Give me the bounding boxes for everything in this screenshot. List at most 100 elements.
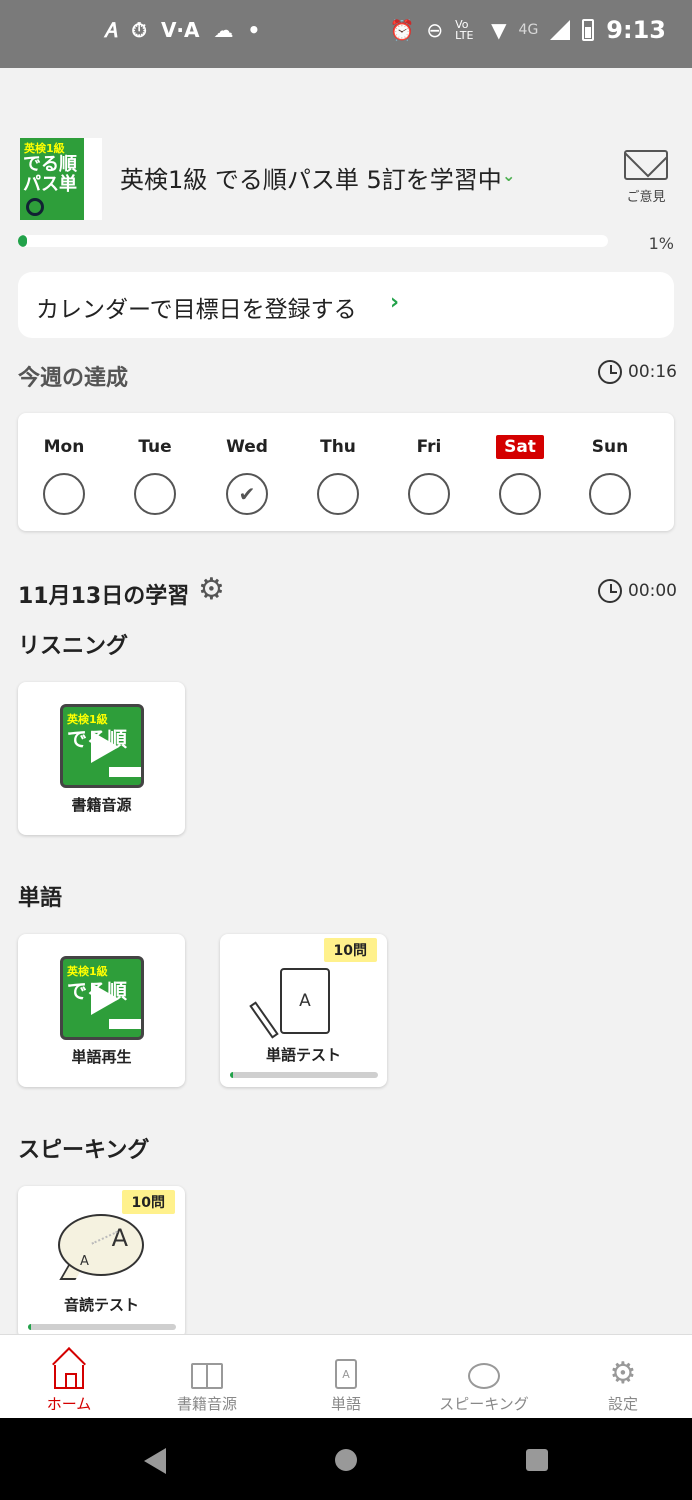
signal-icon bbox=[550, 20, 571, 40]
card-icon: A bbox=[335, 1359, 357, 1389]
play-icon bbox=[91, 983, 119, 1015]
reading-aloud-test-tile[interactable]: 10問 A A 音読テスト bbox=[18, 1186, 185, 1339]
speech-bubble-icon bbox=[468, 1363, 500, 1389]
tile-progress-bar bbox=[28, 1324, 176, 1330]
book-progress-fill bbox=[18, 235, 27, 247]
play-icon bbox=[91, 731, 119, 763]
gear-icon: ⚙ bbox=[609, 1356, 637, 1391]
card-icon-letter: A bbox=[342, 1367, 350, 1381]
back-icon[interactable] bbox=[144, 1448, 166, 1474]
nav-label: ホーム bbox=[46, 1395, 92, 1413]
day-thu: Thu bbox=[298, 413, 378, 531]
test-card-letter: A bbox=[299, 991, 311, 1011]
question-count-badge: 10問 bbox=[121, 1190, 175, 1214]
home-circle-icon[interactable] bbox=[335, 1449, 357, 1471]
speaking-section-title: スピーキング bbox=[18, 1138, 150, 1163]
clock-icon bbox=[598, 579, 622, 603]
calendar-target-label: カレンダーで目標日を登録する bbox=[36, 297, 357, 323]
tile-label: 単語再生 bbox=[71, 1048, 132, 1066]
calendar-target-button[interactable]: カレンダーで目標日を登録する › bbox=[18, 272, 674, 338]
tile-progress-bar bbox=[230, 1072, 378, 1078]
tile-label: 音読テスト bbox=[63, 1296, 139, 1314]
study-settings-gear-icon[interactable]: ⚙ bbox=[198, 572, 225, 607]
wifi-icon: ▼ bbox=[491, 18, 507, 42]
book-cover-grade: 英検1級 bbox=[67, 713, 108, 726]
tile-progress-fill bbox=[230, 1072, 233, 1078]
week-timer: 00:16 bbox=[598, 360, 677, 384]
day-fri: Fri bbox=[389, 413, 469, 531]
day-status-circle bbox=[589, 473, 631, 515]
day-mon: Mon bbox=[24, 413, 104, 531]
book-play-icon: 英検1級 でる順 bbox=[60, 704, 144, 788]
day-sun: Sun bbox=[570, 413, 650, 531]
alarm-icon: ⏰ bbox=[389, 18, 415, 42]
bottom-navigation: ホーム 書籍音源 A 単語 スピーキング ⚙ 設定 bbox=[0, 1334, 692, 1418]
nav-settings[interactable]: ⚙ 設定 bbox=[554, 1335, 692, 1419]
battery-icon bbox=[582, 19, 595, 41]
speech-bubble-icon: A A bbox=[58, 1214, 144, 1276]
book-play-icon: 英検1級 でる順 bbox=[60, 956, 144, 1040]
system-navigation-bar bbox=[0, 1418, 692, 1500]
status-bar: 𝐴 ⏱ V·A ☁ • ⏰ ⊖ Vo LTE ▼ 4G 9:13 bbox=[0, 0, 692, 68]
mail-icon bbox=[624, 150, 668, 180]
pencil-icon bbox=[249, 1001, 279, 1039]
nav-label: スピーキング bbox=[439, 1395, 529, 1413]
tile-progress-fill bbox=[28, 1324, 31, 1330]
home-icon bbox=[54, 1365, 84, 1389]
clock-icon bbox=[598, 360, 622, 384]
book-cover-ring bbox=[26, 198, 44, 216]
day-status-circle bbox=[43, 473, 85, 515]
today-time: 00:00 bbox=[628, 581, 677, 601]
timer-icon: ⏱ bbox=[131, 18, 147, 42]
book-cover-thumbnail[interactable]: 英検1級 でる順 パス単 bbox=[20, 138, 102, 220]
book-progress-bar bbox=[18, 235, 608, 247]
day-tue: Tue bbox=[115, 413, 195, 531]
feedback-label: ご意見 bbox=[626, 190, 666, 205]
book-progress-percent: 1% bbox=[648, 234, 674, 253]
vpn-icon: V·A bbox=[160, 18, 200, 42]
cloud-icon: ☁ bbox=[213, 18, 234, 42]
day-label: Sun bbox=[591, 437, 629, 457]
network-type: 4G bbox=[518, 22, 539, 38]
current-book-title[interactable]: 英検1級 でる順パス単 5訂を学習中 bbox=[120, 160, 502, 195]
day-status-circle bbox=[499, 473, 541, 515]
nav-label: 単語 bbox=[330, 1395, 361, 1413]
tile-label: 書籍音源 bbox=[71, 796, 132, 814]
nav-label: 設定 bbox=[607, 1395, 638, 1413]
nav-words[interactable]: A 単語 bbox=[277, 1335, 415, 1419]
day-label: Thu bbox=[320, 437, 356, 457]
chevron-down-icon[interactable]: ⌄ bbox=[502, 166, 515, 185]
day-label: Wed bbox=[226, 437, 268, 457]
tile-label: 単語テスト bbox=[265, 1046, 341, 1064]
a-icon: 𝐴 bbox=[104, 18, 118, 42]
nav-label: 書籍音源 bbox=[176, 1395, 237, 1413]
book-cover: 英検1級 でる順 パス単 bbox=[20, 138, 84, 220]
day-label: Sat bbox=[496, 435, 544, 459]
listening-book-audio-tile[interactable]: 英検1級 でる順 書籍音源 bbox=[18, 682, 185, 835]
nav-book-audio[interactable]: 書籍音源 bbox=[138, 1335, 276, 1419]
day-wed: Wed ✔ bbox=[207, 413, 287, 531]
volte-icon: Vo LTE bbox=[455, 18, 474, 42]
book-cover-strip bbox=[109, 767, 141, 777]
day-label: Tue bbox=[138, 437, 172, 457]
nav-speaking[interactable]: スピーキング bbox=[415, 1335, 553, 1419]
nav-home[interactable]: ホーム bbox=[0, 1335, 138, 1419]
chevron-right-icon: › bbox=[390, 290, 400, 315]
book-icon bbox=[191, 1363, 223, 1389]
day-status-circle bbox=[408, 473, 450, 515]
today-title: 11月13日の学習 bbox=[18, 584, 190, 609]
book-cover-title-2: パス単 bbox=[23, 174, 77, 195]
feedback-button[interactable]: ご意見 bbox=[622, 150, 670, 206]
day-label: Mon bbox=[43, 437, 85, 457]
status-right-icons: ⏰ ⊖ Vo LTE ▼ 4G 9:13 bbox=[389, 16, 666, 44]
recent-apps-icon[interactable] bbox=[526, 1449, 548, 1471]
dnd-icon: ⊖ bbox=[426, 18, 444, 42]
book-cover-strip bbox=[109, 1019, 141, 1029]
check-icon: ✔ bbox=[238, 482, 256, 506]
today-timer: 00:00 bbox=[598, 579, 677, 603]
words-section-title: 単語 bbox=[18, 886, 63, 911]
question-count-badge: 10問 bbox=[323, 938, 377, 962]
dot-icon: • bbox=[247, 18, 261, 42]
word-playback-tile[interactable]: 英検1級 でる順 単語再生 bbox=[18, 934, 185, 1087]
word-test-tile[interactable]: 10問 A 単語テスト bbox=[220, 934, 387, 1087]
